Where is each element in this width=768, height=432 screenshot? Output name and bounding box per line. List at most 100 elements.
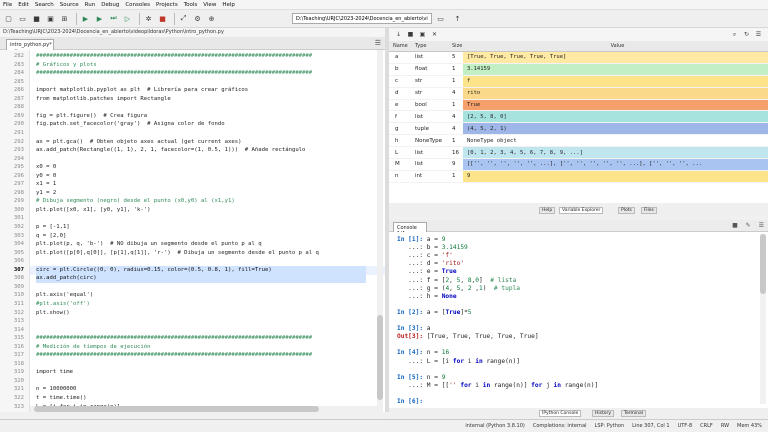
tab-history[interactable]: History xyxy=(592,410,615,417)
column-value[interactable]: Value xyxy=(463,43,768,49)
python-path-icon[interactable]: ⊕ xyxy=(206,13,217,24)
ipython-console[interactable]: In [1]: a = 9 ...: b = 3.14159 ...: c = … xyxy=(389,232,768,408)
code-line[interactable]: q = [2,0] xyxy=(36,233,66,239)
variable-row-e[interactable]: e bool 1 True xyxy=(389,99,768,112)
code-line[interactable]: import matplotlib.pyplot as plt # Librer… xyxy=(36,87,248,93)
stop-icon[interactable]: ■ xyxy=(157,13,168,24)
code-line[interactable]: plt.show() xyxy=(36,310,70,316)
remove-all-icon[interactable]: ✕ xyxy=(429,29,440,40)
open-file-icon[interactable]: ▭ xyxy=(17,13,28,24)
tab-variable-explorer[interactable]: Variable Explorer xyxy=(559,207,604,214)
code-line[interactable]: ax = plt.gca() # Obten objeto axes actua… xyxy=(36,139,241,145)
preferences-icon[interactable]: ⚙ xyxy=(192,13,203,24)
code-editor[interactable]: 282 283 284 285 286 287 288 289 290 291 292 293 294 2… xyxy=(0,50,385,412)
code-line[interactable]: #plt.axis('off') xyxy=(36,301,90,307)
code-line[interactable]: plt.plot(p, q, 'b-') # NO dibuja un segm… xyxy=(36,241,262,247)
menu-item-consoles[interactable]: Consoles xyxy=(125,2,150,8)
code-line[interactable]: # Gráficos y plots xyxy=(36,62,97,68)
run-icon[interactable]: ▶ xyxy=(80,13,91,24)
new-file-icon[interactable]: ▢ xyxy=(3,13,14,24)
code-line[interactable]: y0 = 0 xyxy=(36,173,56,179)
code-line[interactable]: ########################################… xyxy=(36,70,312,76)
menu-item-projects[interactable]: Projects xyxy=(156,2,178,8)
code-line[interactable]: import time xyxy=(36,369,73,375)
code-line[interactable]: plt.axis('equal') xyxy=(36,292,93,298)
code-line[interactable]: from matplotlib.patches import Rectangle xyxy=(36,96,171,102)
code-line[interactable]: ########################################… xyxy=(36,352,312,358)
tab-terminal[interactable]: Terminal xyxy=(621,410,647,417)
menu-item-help[interactable]: Help xyxy=(222,2,235,8)
code-line[interactable]: fig = plt.figure() # Crea figura xyxy=(36,113,147,119)
editor-scroll-thumb[interactable] xyxy=(377,315,383,400)
options-menu-icon[interactable]: ☰ xyxy=(753,29,764,40)
code-line[interactable]: plt.plot([x0, x1], [y0, y1], 'k-') xyxy=(36,207,151,213)
code-line[interactable]: ax.add_patch(circ) xyxy=(36,275,97,281)
run-selection-icon[interactable]: ▷ xyxy=(122,13,133,24)
variable-row-L[interactable]: Llist 16 [0, 1, 2, 3, 4, 5, 6, 7, 8, 9, ..… xyxy=(389,147,768,160)
code-line[interactable]: ax.add_patch(Rectangle((1, 1), 2, 1, fac… xyxy=(36,147,305,153)
tab-console-1[interactable]: Console 1/A × xyxy=(393,222,427,237)
parent-directory-icon[interactable]: ↑ xyxy=(452,13,463,24)
menu-item-debug[interactable]: Debug xyxy=(101,2,119,8)
maximize-icon[interactable]: ⤢ xyxy=(178,13,189,24)
menu-item-view[interactable]: View xyxy=(203,2,216,8)
tab-help[interactable]: Help xyxy=(539,207,556,214)
save-data-icon[interactable]: ■ xyxy=(405,29,416,40)
column-size[interactable]: Size xyxy=(449,43,463,49)
menu-item-run[interactable]: Run xyxy=(85,2,96,8)
new-cell-icon[interactable]: ⊞ xyxy=(59,13,70,24)
options-menu-icon[interactable]: ☰ xyxy=(759,222,764,229)
run-cell-icon[interactable]: ▶ xyxy=(94,13,105,24)
code-line[interactable]: fig.patch.set_facecolor('gray') # Asigna… xyxy=(36,121,225,127)
code-line[interactable]: plt.plot([p[0],q[0]], [p[1],q[1]], 'r-')… xyxy=(36,250,319,256)
column-name[interactable]: Name xyxy=(389,43,411,49)
menu-item-search[interactable]: Search xyxy=(35,2,54,8)
browse-folder-icon[interactable]: ▭ xyxy=(435,13,446,24)
save-all-icon[interactable]: ▣ xyxy=(45,13,56,24)
code-line[interactable]: # Dibuja segmento (negro) desde el punto… xyxy=(36,198,235,204)
menu-item-file[interactable]: File xyxy=(3,2,12,8)
run-cell-advance-icon[interactable]: ⏭ xyxy=(108,13,119,24)
variable-row-d[interactable]: d str 4 rito xyxy=(389,87,768,100)
editor-vertical-scrollbar[interactable] xyxy=(377,50,383,412)
save-icon[interactable]: ■ xyxy=(31,13,42,24)
code-line[interactable]: n = 10000000 xyxy=(36,386,76,392)
code-line[interactable]: x0 = 0 xyxy=(36,164,56,170)
working-directory-input[interactable] xyxy=(292,13,432,24)
tab-intro-python[interactable]: intro_python.py* × xyxy=(6,39,54,54)
code-line[interactable]: p = [-1,1] xyxy=(36,224,70,230)
variable-row-g[interactable]: g tuple 4 (4, 5, 2, 1) xyxy=(389,123,768,136)
options-menu-icon[interactable]: ☰ xyxy=(375,39,381,47)
code-line[interactable]: # Medición de tiempos de ejecución xyxy=(36,344,151,350)
variable-row-M[interactable]: Mlist 9 [['', '', '', '', '', ...], ['', '… xyxy=(389,159,768,171)
variable-row-a[interactable]: a list 5 [True, True, True, True, True] xyxy=(389,52,768,64)
code-line[interactable]: ########################################… xyxy=(36,53,312,59)
save-as-icon[interactable]: ▣ xyxy=(417,29,428,40)
editor-hscroll-thumb[interactable] xyxy=(34,406,319,412)
column-type[interactable]: Type xyxy=(411,43,449,49)
menu-item-edit[interactable]: Edit xyxy=(18,2,29,8)
variable-row-f[interactable]: f list 4 [2, 5, 8, 0] xyxy=(389,111,768,124)
tab-files[interactable]: Files xyxy=(641,207,657,214)
code-line[interactable]: t = time.time() xyxy=(36,395,87,401)
variable-row-n[interactable]: n int 1 9 xyxy=(389,170,768,183)
variable-row-b[interactable]: b float 1 3.14159 xyxy=(389,63,768,76)
code-line[interactable]: ########################################… xyxy=(36,335,312,341)
console-vertical-scrollbar[interactable] xyxy=(760,234,766,404)
code-line[interactable]: circ = plt.Circle((0, 0), radius=0.15, c… xyxy=(36,267,272,273)
code-line[interactable]: x1 = 1 xyxy=(36,181,56,187)
variable-row-c[interactable]: c str 1 f xyxy=(389,75,768,88)
tab-ipython-console[interactable]: IPython Console xyxy=(539,410,582,417)
console-scroll-thumb[interactable] xyxy=(760,234,766,294)
editor-horizontal-scrollbar[interactable] xyxy=(30,406,380,412)
menu-item-source[interactable]: Source xyxy=(60,2,79,8)
import-data-icon[interactable]: ↓ xyxy=(393,29,404,40)
tab-plots[interactable]: Plots xyxy=(618,207,635,214)
variable-row-h[interactable]: h NoneType 1 NoneType object xyxy=(389,135,768,148)
refresh-icon[interactable]: ↻ xyxy=(741,29,752,40)
code-line[interactable]: y1 = 2 xyxy=(36,190,56,196)
stop-console-icon[interactable]: ■ xyxy=(732,222,738,229)
debug-icon[interactable]: ✲ xyxy=(143,13,154,24)
menu-item-tools[interactable]: Tools xyxy=(184,2,198,8)
search-icon[interactable]: ⌕ xyxy=(729,29,740,40)
